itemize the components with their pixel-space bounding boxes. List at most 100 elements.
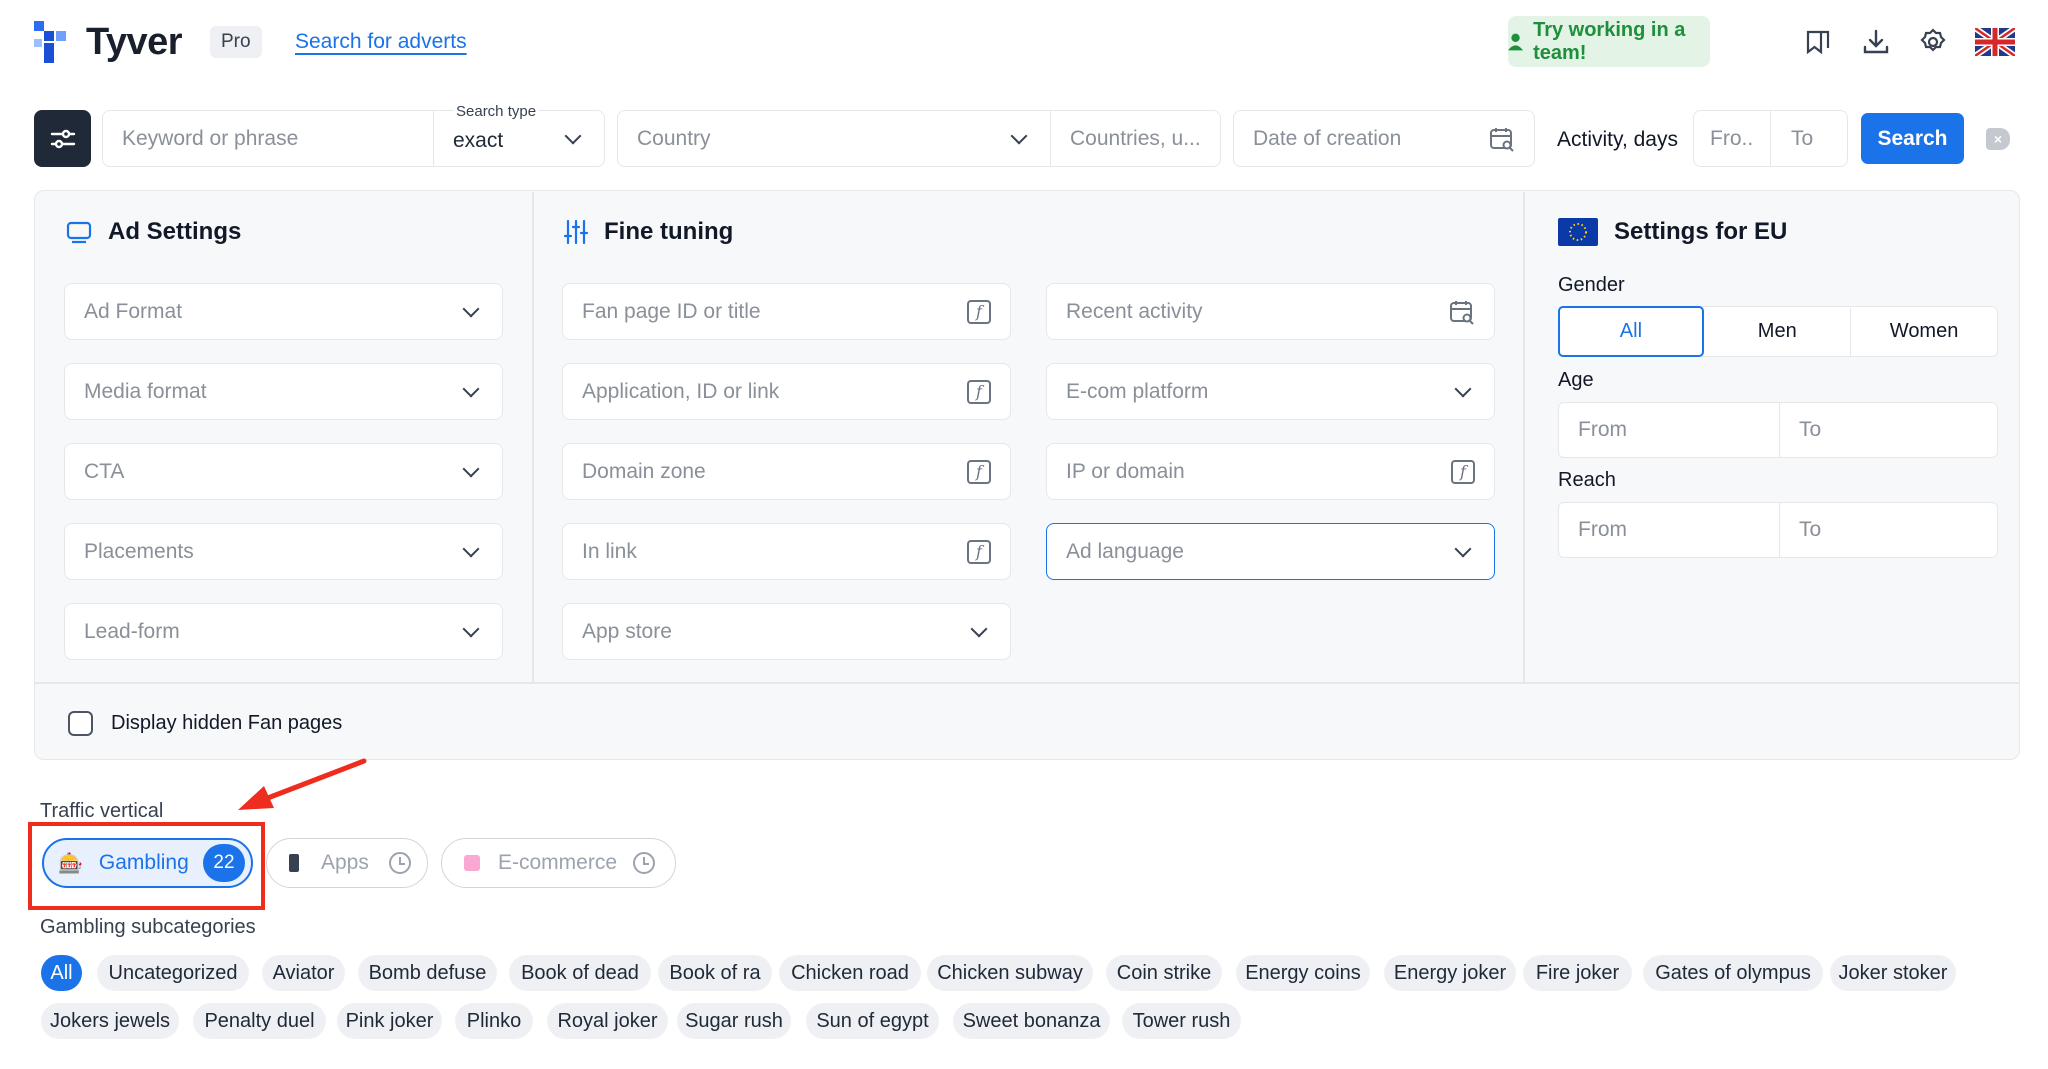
reach-from-input[interactable]: From [1558, 502, 1780, 558]
country-select[interactable]: Country [617, 110, 1051, 167]
ad-settings-title: Ad Settings [66, 218, 241, 246]
cta-select[interactable]: CTA [64, 443, 503, 500]
placements-select[interactable]: Placements [64, 523, 503, 580]
chevron-down-icon [970, 620, 988, 637]
keyword-input[interactable]: Keyword or phrase [102, 110, 434, 167]
subcategory-chip[interactable]: Tower rush [1122, 1003, 1241, 1039]
checkbox-box[interactable] [68, 711, 93, 736]
clear-filters-icon[interactable]: × [1986, 128, 2010, 150]
sliders-icon [50, 129, 75, 148]
subcategory-chip-all[interactable]: All [41, 955, 82, 991]
age-to-input[interactable]: To [1779, 402, 1998, 458]
search-button[interactable]: Search [1861, 113, 1964, 164]
function-icon[interactable]: f [967, 379, 991, 404]
search-type-label: Search type [454, 103, 539, 120]
search-type-select[interactable]: Search type exact [433, 103, 605, 167]
gender-all-option[interactable]: All [1557, 306, 1705, 357]
function-icon[interactable]: f [967, 459, 991, 484]
media-format-select[interactable]: Media format [64, 363, 503, 420]
app-store-select[interactable]: App store [562, 603, 1011, 660]
application-input[interactable]: Application, ID or link f [562, 363, 1011, 420]
clock-icon [633, 852, 656, 874]
recent-activity-input[interactable]: Recent activity [1046, 283, 1495, 340]
gender-label: Gender [1558, 274, 1625, 296]
logo[interactable]: Tyver [34, 20, 183, 64]
age-from-input[interactable]: From [1558, 402, 1780, 458]
hidden-pages-checkbox[interactable]: Display hidden Fan pages [68, 711, 342, 736]
filter-toggle-button[interactable] [34, 110, 91, 167]
activity-to-placeholder: To [1791, 126, 1814, 150]
function-icon[interactable]: f [967, 539, 991, 564]
team-button[interactable]: Try working in a team! [1508, 16, 1710, 67]
chevron-down-icon [462, 540, 480, 557]
date-created-input[interactable]: Date of creation [1233, 110, 1535, 167]
subcategory-chip[interactable]: Chicken road [779, 955, 921, 991]
subcategory-chip[interactable]: Book of ra [658, 955, 772, 991]
ad-format-select[interactable]: Ad Format [64, 283, 503, 340]
subcategory-chip[interactable]: Royal joker [547, 1003, 668, 1039]
subcategory-chip[interactable]: Aviator [262, 955, 345, 991]
subcategory-chip[interactable]: Plinko [455, 1003, 533, 1039]
subcategories-label: Gambling subcategories [40, 916, 256, 938]
subcategory-chip[interactable]: Energy coins [1236, 955, 1370, 991]
search-type-value: exact [453, 128, 504, 152]
subcategory-chip[interactable]: Sun of egypt [806, 1003, 939, 1039]
vertical-apps-pill[interactable]: Apps [266, 838, 428, 888]
subcategory-chip[interactable]: Bomb defuse [358, 955, 497, 991]
logo-text: Tyver [86, 20, 183, 63]
subcategory-chip[interactable]: Pink joker [337, 1003, 442, 1039]
domain-zone-input[interactable]: Domain zone f [562, 443, 1011, 500]
download-icon[interactable] [1862, 28, 1890, 56]
uk-flag-icon[interactable] [1975, 28, 2015, 56]
slot-machine-icon: 🎰 [58, 852, 83, 875]
country-placeholder: Country [637, 126, 711, 150]
logo-icon [34, 21, 66, 63]
reach-to-input[interactable]: To [1779, 502, 1998, 558]
eu-flag-icon [1558, 218, 1598, 246]
subcategory-chip[interactable]: Uncategorized [97, 955, 249, 991]
chevron-down-icon [1010, 127, 1028, 144]
nav-search-adverts[interactable]: Search for adverts [295, 30, 467, 54]
countries-input[interactable]: Countries, u... [1050, 110, 1221, 167]
subcategory-chip[interactable]: Sugar rush [677, 1003, 791, 1039]
chevron-down-icon [1454, 540, 1472, 557]
gender-men-option[interactable]: Men [1704, 307, 1852, 356]
function-icon[interactable]: f [1451, 459, 1475, 484]
in-link-input[interactable]: In link f [562, 523, 1011, 580]
subcategory-chip[interactable]: Fire joker [1523, 955, 1632, 991]
gambling-count-badge: 22 [203, 844, 245, 882]
subcategory-chip[interactable]: Sweet bonanza [953, 1003, 1110, 1039]
subcategory-chip[interactable]: Joker stoker [1830, 955, 1956, 991]
activity-label: Activity, days [1557, 128, 1678, 151]
hidden-pages-label: Display hidden Fan pages [111, 712, 343, 734]
activity-from-input[interactable]: Fro... [1693, 110, 1771, 167]
ecom-platform-select[interactable]: E-com platform [1046, 363, 1495, 420]
lead-form-select[interactable]: Lead-form [64, 603, 503, 660]
subcategory-chip[interactable]: Jokers jewels [41, 1003, 179, 1039]
vertical-ecommerce-pill[interactable]: E-commerce [441, 838, 676, 888]
date-placeholder: Date of creation [1253, 126, 1402, 150]
subcategory-chip[interactable]: Gates of olympus [1643, 955, 1823, 991]
shopping-bag-icon [464, 855, 480, 871]
activity-to-input[interactable]: To [1770, 110, 1848, 167]
chevron-down-icon [462, 380, 480, 397]
subcategory-chip[interactable]: Penalty duel [193, 1003, 326, 1039]
settings-gear-icon[interactable] [1919, 28, 1947, 56]
ip-domain-input[interactable]: IP or domain f [1046, 443, 1495, 500]
subcategory-chip[interactable]: Coin strike [1106, 955, 1222, 991]
keyword-placeholder: Keyword or phrase [122, 126, 299, 150]
subcategory-chip[interactable]: Book of dead [509, 955, 651, 991]
equalizer-icon [564, 219, 588, 245]
traffic-vertical-label: Traffic vertical [40, 800, 164, 822]
fan-page-input[interactable]: Fan page ID or title f [562, 283, 1011, 340]
subcategory-chip[interactable]: Energy joker [1384, 955, 1516, 991]
chevron-down-icon [462, 300, 480, 317]
bookmarks-icon[interactable] [1804, 28, 1832, 56]
gender-toggle-group: All Men Women [1557, 306, 1998, 357]
vertical-gambling-pill[interactable]: 🎰 Gambling 22 [42, 838, 253, 888]
gender-women-option[interactable]: Women [1851, 308, 1997, 356]
function-icon[interactable]: f [967, 299, 991, 324]
panel-divider [532, 192, 534, 682]
subcategory-chip[interactable]: Chicken subway [927, 955, 1093, 991]
ad-language-select[interactable]: Ad language [1046, 523, 1495, 580]
